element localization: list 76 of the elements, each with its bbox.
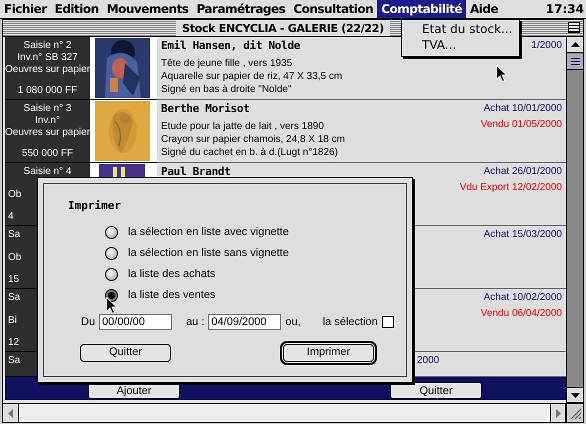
radio-button[interactable] (105, 289, 118, 302)
window-title: Stock ENCYCLIA - GALERIE (22/22) (176, 20, 390, 36)
row-header-text: Sa (8, 355, 20, 366)
checkbox-label: la sélection (322, 315, 378, 330)
zoom-box[interactable] (568, 22, 580, 33)
menu-item[interactable]: Mouvements (102, 0, 192, 18)
field-label: au : (186, 315, 204, 330)
radio-label: la liste des achats (128, 267, 216, 282)
checkbox[interactable] (382, 316, 394, 328)
row-header-text: Saisie n° 3 (22, 103, 72, 115)
down-arrow-icon[interactable] (570, 392, 580, 398)
right-arrow-icon[interactable] (556, 408, 560, 418)
date-text: 1/2000 (531, 40, 562, 52)
mouse-cursor-icon (496, 65, 507, 82)
artist-name: Berthe Morisot (161, 102, 250, 115)
date-from-field[interactable]: 00/00/00 (99, 314, 172, 330)
vertical-scrollbar[interactable] (566, 37, 583, 403)
up-arrow-icon[interactable] (570, 42, 580, 47)
artwork-detail: Signé en bas à droite "Nolde" (161, 83, 292, 96)
row-header-text: Inv.n° SB 327 (16, 52, 79, 64)
horizontal-scrollbar[interactable] (3, 403, 583, 422)
radio-label: la sélection en liste sans vignette (128, 246, 289, 262)
date-text: Vendu 06/04/2000 (480, 308, 562, 320)
date-text: Achat 15/03/2000 (484, 229, 562, 241)
left-arrow-icon[interactable] (8, 408, 13, 418)
clock: 17:34 (546, 1, 585, 18)
row-header-text: Sa (8, 229, 20, 240)
quit-button[interactable]: Quitter (80, 344, 171, 362)
artwork-detail: Tête de jeune fille , vers 1935 (161, 57, 292, 70)
row-header-text: Saisie n° 4 (24, 166, 72, 177)
menu-item[interactable]: Comptabilité (377, 0, 466, 18)
row-header-text: Inv.n° (34, 115, 61, 127)
menu-item[interactable]: Aide (466, 0, 502, 18)
artwork-detail: Etude pour la jatte de lait , vers 1890 (161, 120, 324, 133)
row-header-text: Oeuvres sur papier (5, 64, 90, 76)
quit-button[interactable]: Quitter (390, 382, 482, 399)
date-text: Vdu Export 12/02/2000 (460, 182, 562, 194)
row-header-text: 12 (8, 337, 20, 348)
row-header-text: Sa (8, 292, 20, 303)
row-header-text: Saisie n° 2 (22, 40, 72, 52)
menu-item[interactable]: Edition (50, 0, 103, 18)
date-text: Vendu 01/05/2000 (480, 119, 562, 131)
menu-item[interactable]: Fichier (0, 0, 51, 18)
date-text: Achat 26/01/2000 (484, 166, 562, 178)
or-label: ou, (285, 315, 301, 330)
dialog-title: Imprimer (68, 199, 122, 212)
artist-name: Paul Brandt (161, 165, 231, 178)
row-header-text: Bi (8, 314, 17, 326)
radio-label: la sélection en liste avec vignette (128, 225, 289, 240)
row-header-text: Ob (8, 188, 22, 200)
menu-entry[interactable]: Etat du stock... (422, 21, 512, 37)
row-header-text: 15 (8, 274, 20, 285)
date-text: Achat 10/01/2000 (484, 103, 562, 115)
row-header-text: Oeuvres sur papier (5, 127, 90, 139)
row-header-text: 4 (8, 211, 14, 222)
row-header-text: Ob (8, 252, 22, 262)
scroll-thumb-icon[interactable] (570, 58, 580, 65)
date-to-field[interactable]: 04/09/2000 (208, 314, 282, 330)
radio-button[interactable] (105, 268, 118, 281)
artwork-detail: Signé du cachet en b. à d.(Lugt n°1826) (161, 146, 338, 159)
radio-label: la liste des ventes (128, 288, 216, 304)
menu-entry[interactable]: TVA... (422, 37, 456, 53)
menu-item[interactable]: Consultation (289, 0, 378, 18)
radio-button[interactable] (105, 226, 118, 239)
date-text: 2000 (417, 355, 440, 366)
mouse-cursor-icon (106, 297, 117, 314)
radio-button[interactable] (105, 247, 118, 260)
menu-item[interactable]: Paramétrages (192, 0, 290, 18)
date-text: Achat 10/02/2000 (484, 292, 562, 304)
artwork-detail: Aquarelle sur papier de riz, 47 X 33,5 cm (161, 70, 342, 83)
field-label: Du (81, 315, 96, 330)
artist-name: Emil Hansen, dit Nolde (161, 39, 300, 52)
resize-grip-icon[interactable] (569, 407, 581, 419)
artwork-detail: Crayon sur papier chamois, 24,8 X 18 cm (161, 133, 345, 146)
price-text: 550 000 FF (20, 148, 74, 160)
price-text: 1 080 000 FF (16, 85, 78, 97)
